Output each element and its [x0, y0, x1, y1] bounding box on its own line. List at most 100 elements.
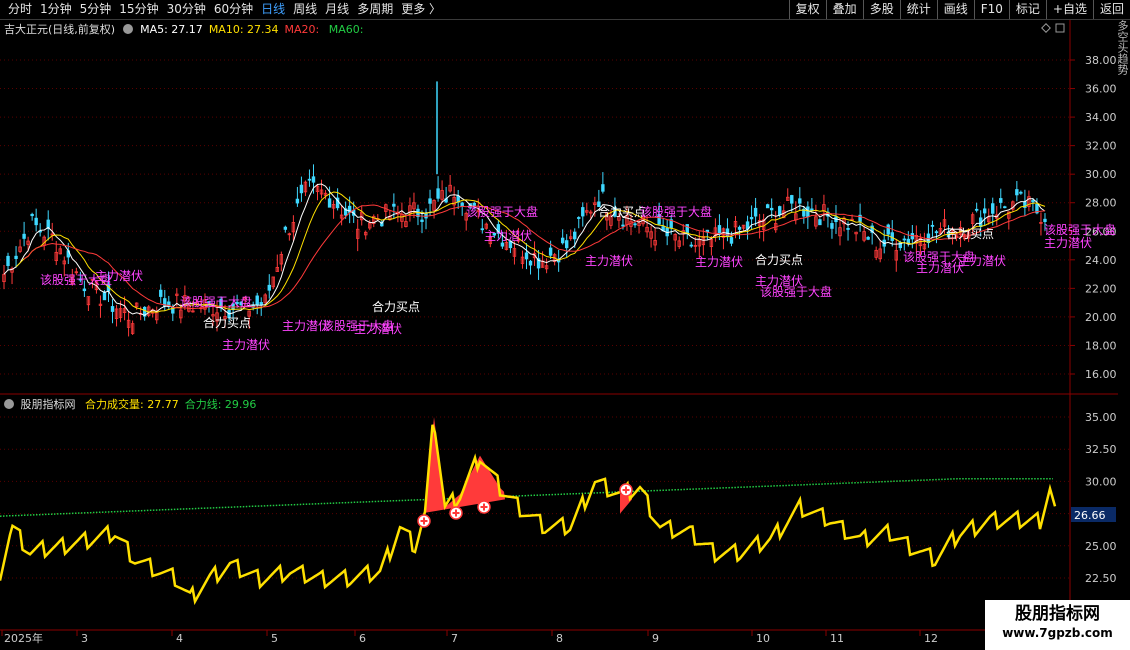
- candle-body: [299, 184, 304, 194]
- candle-body: [577, 217, 581, 219]
- indicator-label-0: 合力成交量: 27.77: [85, 398, 179, 411]
- signal-annotation: 合力买点: [946, 226, 994, 241]
- maximize-icon: [1055, 23, 1065, 33]
- signal-annotation: 主力潜伏: [222, 338, 270, 352]
- price-tick-label: 18.00: [1085, 339, 1117, 352]
- price-tick-label: 30.00: [1085, 168, 1117, 181]
- price-tick-label: 38.00: [1085, 54, 1117, 67]
- watermark-title: 股朋指标网: [1015, 604, 1100, 624]
- candle-body: [1015, 189, 1019, 196]
- signal-annotation: 主力潜伏: [484, 229, 532, 243]
- candle-body: [581, 207, 585, 217]
- candle-body: [327, 198, 332, 208]
- candle-body: [283, 226, 288, 230]
- candle-body: [34, 217, 38, 226]
- candle-body: [528, 260, 533, 266]
- price-tick-label: 20.00: [1085, 311, 1117, 324]
- candle-body: [934, 231, 939, 234]
- x-tick-label: 8: [556, 632, 563, 645]
- candle-body: [159, 289, 163, 297]
- main-info-line: 吉大正元(日线,前复权) MA5: 27.17 MA10: 27.34 MA20: …: [4, 23, 369, 37]
- current-value-label: 26.66: [1074, 509, 1106, 522]
- candle-body: [428, 198, 432, 204]
- signal-annotation: 主力潜伏: [958, 254, 1006, 268]
- signal-annotation: 该股强于大盘: [180, 294, 252, 309]
- price-tick-label: 24.00: [1085, 254, 1117, 267]
- x-tick-label: 3: [81, 632, 88, 645]
- signal-annotation: 主力潜伏: [695, 255, 743, 269]
- candle-body: [778, 206, 782, 216]
- candle-body: [267, 284, 271, 291]
- sub-info-line: 股朋指标网 合力成交量: 27.77 合力线: 29.96: [4, 398, 256, 412]
- candle-body: [729, 237, 734, 244]
- indicator-tick-label: 25.00: [1085, 540, 1117, 553]
- candle-body: [110, 306, 115, 312]
- candle-body: [806, 206, 810, 218]
- candle-body: [999, 198, 1003, 203]
- ma-label-1: MA10: 27.34: [208, 23, 279, 36]
- signal-annotation: 合力买点: [755, 252, 803, 267]
- candle-body: [633, 223, 637, 226]
- watermark-logo: 股朋指标网 www.7gpzb.com: [985, 600, 1130, 650]
- candle-body: [765, 204, 770, 209]
- candle-body: [749, 217, 754, 220]
- price-tick-label: 34.00: [1085, 111, 1117, 124]
- candle-body: [1003, 206, 1007, 209]
- candle-body: [601, 184, 605, 192]
- signal-annotation: 主力潜伏: [916, 261, 964, 275]
- candle-body: [991, 203, 995, 214]
- indicator-tick-label: 32.50: [1085, 443, 1117, 456]
- candle-body: [14, 255, 18, 260]
- x-tick-label: 11: [830, 632, 844, 645]
- candle-body: [564, 240, 569, 249]
- candle-body: [930, 224, 935, 227]
- candle-body: [102, 291, 107, 301]
- signal-annotation: 该股强于大盘: [760, 284, 832, 299]
- candle-body: [846, 228, 850, 230]
- x-tick-label: 2025年: [4, 631, 43, 645]
- signal-annotation: 主力潜伏: [585, 254, 633, 268]
- x-tick-label: 10: [756, 632, 770, 645]
- candle-body: [6, 255, 10, 266]
- chart-canvas: 38.0036.0034.0032.0030.0028.0026.0024.00…: [0, 20, 1118, 650]
- settings-icon[interactable]: [122, 24, 133, 34]
- candle-body: [830, 223, 834, 229]
- candle-body: [255, 295, 259, 306]
- signal-annotation: 主力潜伏: [95, 269, 143, 283]
- candle-body: [866, 236, 870, 240]
- signal-annotation: 该股强于大盘: [1044, 222, 1116, 237]
- candle-body: [30, 213, 34, 217]
- candle-body: [689, 244, 693, 247]
- candle-body: [1019, 191, 1023, 194]
- candle-body: [420, 219, 424, 222]
- candle-body: [560, 237, 565, 244]
- candle-body: [886, 224, 890, 235]
- collapse-icon[interactable]: [4, 399, 14, 409]
- watermark-url: www.7gpzb.com: [1002, 626, 1113, 640]
- he-li-line: [0, 478, 1053, 517]
- indicator-label-1: 合力线: 29.96: [184, 398, 257, 411]
- candle-body: [500, 242, 505, 247]
- indicator-tick-label: 35.00: [1085, 411, 1117, 424]
- ma-label-0: MA5: 27.17: [140, 23, 203, 36]
- signal-annotation: 主力潜伏: [354, 322, 402, 336]
- candle-body: [818, 219, 822, 226]
- candle-body: [436, 188, 440, 199]
- price-tick-label: 36.00: [1085, 83, 1117, 96]
- price-tick-label: 28.00: [1085, 197, 1117, 210]
- price-tick-label: 16.00: [1085, 368, 1117, 381]
- candle-body: [737, 226, 742, 230]
- x-tick-label: 12: [924, 632, 938, 645]
- candle-body: [810, 208, 814, 211]
- ma-labels: MA5: 27.17 MA10: 27.34 MA20: MA60:: [140, 23, 369, 36]
- ma-label-2: MA20:: [284, 23, 323, 36]
- candle-body: [798, 198, 802, 204]
- signal-annotation: 主力潜伏: [1044, 236, 1092, 250]
- right-side-strip: 多空头趋势: [1118, 20, 1129, 75]
- x-tick-label: 9: [652, 632, 659, 645]
- indicator-tick-label: 30.00: [1085, 475, 1117, 488]
- candle-body: [311, 176, 316, 183]
- candle-body: [22, 233, 26, 239]
- stock-title: 吉大正元(日线,前复权): [4, 23, 116, 36]
- x-tick-label: 7: [451, 632, 458, 645]
